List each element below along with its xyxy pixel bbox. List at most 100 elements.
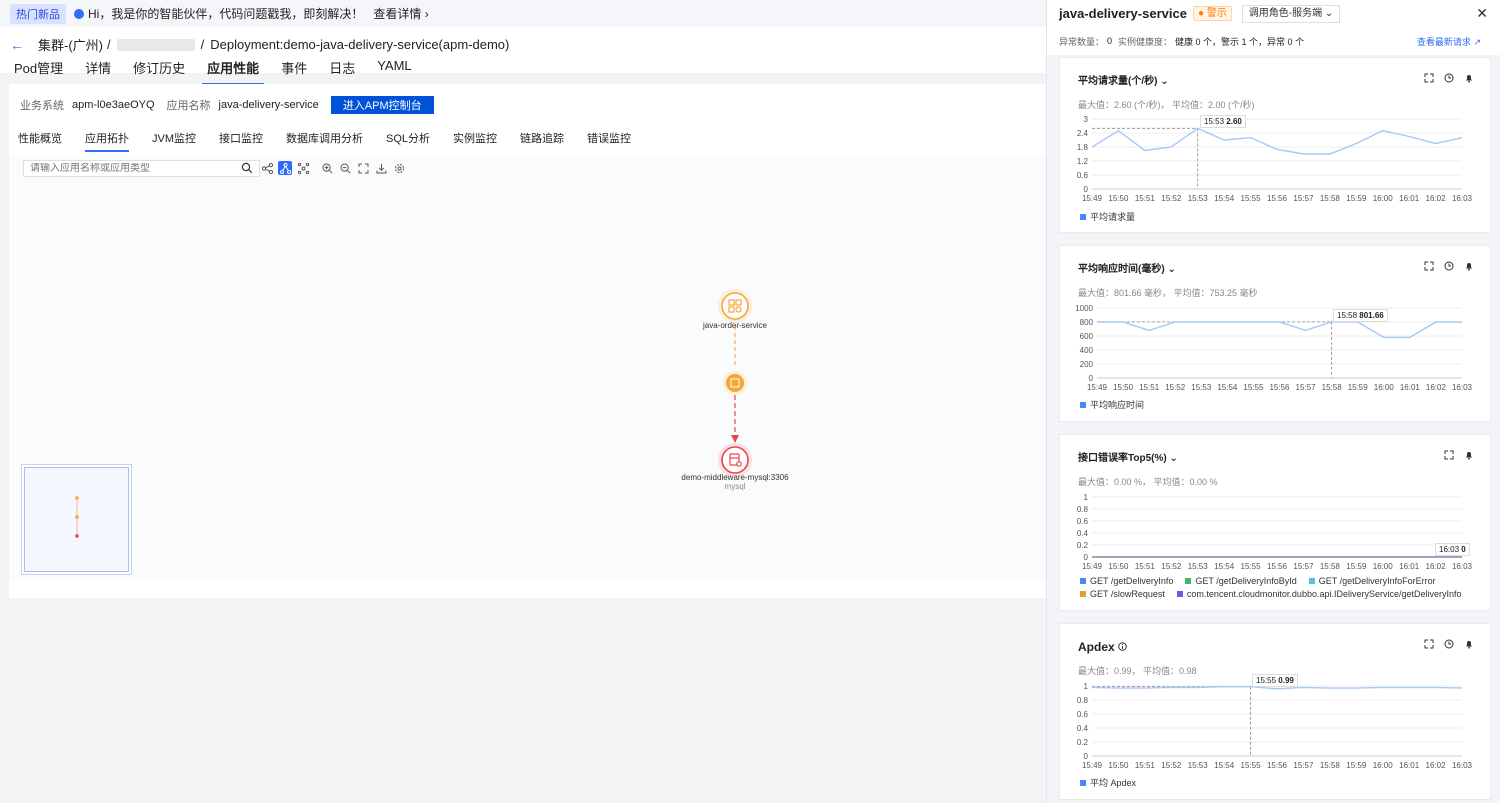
tab-yaml[interactable]: YAML: [377, 58, 411, 85]
promo-more-link[interactable]: 查看详情 ›: [373, 5, 428, 22]
search-icon[interactable]: [241, 162, 253, 174]
x-tick-label: 15:57: [1293, 562, 1314, 571]
legend-item[interactable]: 平均请求量: [1080, 210, 1135, 223]
view-latest-requests-link[interactable]: 查看最新请求 ↗: [1417, 35, 1481, 48]
page-header: ← 集群-(广州) / / Deployment:demo-java-deliv…: [0, 27, 1046, 85]
enter-apm-console-button[interactable]: 进入APM控制台: [330, 96, 434, 114]
tab-pod-management[interactable]: Pod管理: [14, 58, 63, 85]
tab-details[interactable]: 详情: [85, 58, 111, 85]
subtab-tracing[interactable]: 链路追踪: [520, 130, 564, 152]
chart-card-request-rate: 平均请求量(个/秒) ⌄ 最大值：2.60 (个/秒)， 平均值：2.00 (个…: [1059, 57, 1491, 233]
x-tick-label: 15:56: [1267, 761, 1288, 770]
tab-events[interactable]: 事件: [281, 58, 307, 85]
x-tick-label: 16:03: [1452, 562, 1473, 571]
topology-minimap[interactable]: [21, 464, 132, 575]
y-tick-label: 800: [1080, 318, 1094, 327]
legend-swatch: [1185, 578, 1192, 584]
promo-text[interactable]: Hi，我是你的智能伙伴，代码问题戳我，即刻解决！: [88, 5, 363, 22]
settings-gear-icon[interactable]: [392, 161, 406, 175]
tab-revision-history[interactable]: 修订历史: [133, 58, 185, 85]
subtab-overview[interactable]: 性能概览: [18, 130, 62, 152]
x-tick-label: 15:55: [1241, 761, 1262, 770]
instance-health-value: 健康 0 个，警示 1 个，异常 0 个: [1175, 36, 1305, 47]
breadcrumb-cluster[interactable]: 集群-(广州): [38, 35, 103, 54]
minimap-viewport[interactable]: [24, 467, 129, 572]
legend-item[interactable]: GET /getDeliveryInfoById: [1185, 576, 1297, 586]
main-page: 热门新品 Hi，我是你的智能伙伴，代码问题戳我，即刻解决！ 查看详情 › ← 集…: [0, 0, 1046, 803]
x-tick-label: 15:54: [1214, 562, 1235, 571]
x-tick-label: 15:51: [1135, 562, 1156, 571]
x-tick-label: 15:58: [1322, 383, 1343, 392]
zoom-out-icon[interactable]: [338, 161, 352, 175]
legend-item[interactable]: 平均响应时间: [1080, 398, 1144, 411]
legend-item[interactable]: com.tencent.cloudmonitor.dubbo.api.IDeli…: [1176, 589, 1462, 599]
legend-swatch: [1080, 578, 1086, 584]
tooltip-time: 15:58: [1337, 311, 1358, 320]
chart-legend: 平均请求量: [1080, 210, 1480, 226]
tab-logs[interactable]: 日志: [329, 58, 355, 85]
fit-view-icon[interactable]: [356, 161, 370, 175]
legend-swatch: [1080, 401, 1086, 408]
line-chart[interactable]: 0 0.2 0.4 0.6 0.8 1 15:49 15:50 15:51 15:52 15:53 1…: [1060, 624, 1492, 801]
y-tick-label: 0.8: [1077, 505, 1089, 514]
x-tick-label: 15:59: [1348, 383, 1369, 392]
layout-network-icon[interactable]: [260, 161, 274, 175]
x-tick-label: 15:52: [1161, 562, 1182, 571]
x-tick-label: 15:49: [1087, 383, 1108, 392]
chart-tooltip: 15:58 801.66: [1333, 309, 1388, 322]
legend-item[interactable]: 平均 Apdex: [1080, 776, 1136, 789]
subtab-topology[interactable]: 应用拓扑: [85, 130, 129, 152]
x-tick-label: 15:55: [1243, 383, 1264, 392]
x-tick-label: 15:58: [1320, 562, 1341, 571]
x-tick-label: 16:01: [1400, 383, 1421, 392]
topology-search[interactable]: [23, 160, 260, 177]
chevron-down-icon: ⌄: [1324, 7, 1334, 19]
legend-item[interactable]: GET /getDeliveryInfo: [1080, 576, 1173, 586]
chart-card-response-time: 平均响应时间(毫秒) ⌄ 最大值：801.66 毫秒， 平均值：753.25 毫…: [1059, 245, 1491, 422]
y-tick-label: 0: [1089, 374, 1094, 383]
node-intermediate[interactable]: [723, 371, 747, 395]
legend-label: 平均请求量: [1090, 212, 1136, 222]
x-tick-label: 15:54: [1217, 383, 1238, 392]
tooltip-value: 2.60: [1226, 117, 1242, 126]
back-arrow-icon[interactable]: ←: [10, 37, 24, 53]
y-tick-label: 1: [1084, 493, 1089, 502]
service-drawer: java-delivery-service ● 警示 调用角色-服务端 ⌄ ✕ …: [1046, 0, 1500, 803]
zoom-in-icon[interactable]: [320, 161, 334, 175]
line-chart[interactable]: 00.61.21.82.4315:49 15:50 15:51 15:52 15:53 1…: [1060, 58, 1492, 234]
subtab-interface[interactable]: 接口监控: [219, 130, 263, 152]
y-tick-label: 0.4: [1077, 724, 1089, 733]
topology-graph[interactable]: [10, 185, 1046, 580]
topology-canvas[interactable]: java-order-service demo-middleware-mysql…: [10, 155, 1046, 580]
x-tick-label: 15:56: [1267, 194, 1288, 203]
topology-search-input[interactable]: [30, 163, 230, 174]
promo-badge[interactable]: 热门新品: [10, 3, 66, 24]
subtab-jvm[interactable]: JVM监控: [152, 130, 196, 152]
legend-item[interactable]: GET /getDeliveryInfoForError: [1308, 576, 1436, 586]
promo-bar: 热门新品 Hi，我是你的智能伙伴，代码问题戳我，即刻解决！ 查看详情 ›: [0, 0, 1046, 27]
download-icon[interactable]: [374, 161, 388, 175]
x-tick-label: 16:01: [1399, 194, 1420, 203]
layout-star-icon[interactable]: [296, 161, 310, 175]
node-java-order-service[interactable]: [718, 289, 752, 323]
subtab-db-analysis[interactable]: 数据库调用分析: [286, 130, 363, 152]
subtab-errors[interactable]: 错误监控: [587, 130, 631, 152]
y-tick-label: 1: [1084, 682, 1089, 691]
tab-app-performance[interactable]: 应用性能: [202, 58, 265, 85]
legend-label: GET /slowRequest: [1090, 589, 1165, 599]
y-tick-label: 1.2: [1077, 157, 1089, 166]
y-tick-label: 200: [1080, 360, 1094, 369]
layout-tree-icon[interactable]: [278, 161, 292, 175]
x-tick-label: 16:00: [1373, 562, 1394, 571]
close-icon[interactable]: ✕: [1476, 5, 1488, 22]
x-tick-label: 15:53: [1188, 562, 1209, 571]
legend-item[interactable]: GET /slowRequest: [1080, 589, 1165, 599]
subtab-sql[interactable]: SQL分析: [386, 130, 430, 152]
subtab-instance[interactable]: 实例监控: [453, 130, 497, 152]
y-tick-label: 0.6: [1077, 171, 1089, 180]
y-tick-label: 0.6: [1077, 710, 1089, 719]
role-select[interactable]: 调用角色-服务端 ⌄: [1241, 4, 1341, 23]
line-chart[interactable]: 0 200 400 600 800 1000 15:49 15:50 15:51 15:52 15:…: [1060, 246, 1492, 423]
node-mysql[interactable]: [718, 443, 752, 477]
x-tick-label: 15:50: [1108, 761, 1129, 770]
